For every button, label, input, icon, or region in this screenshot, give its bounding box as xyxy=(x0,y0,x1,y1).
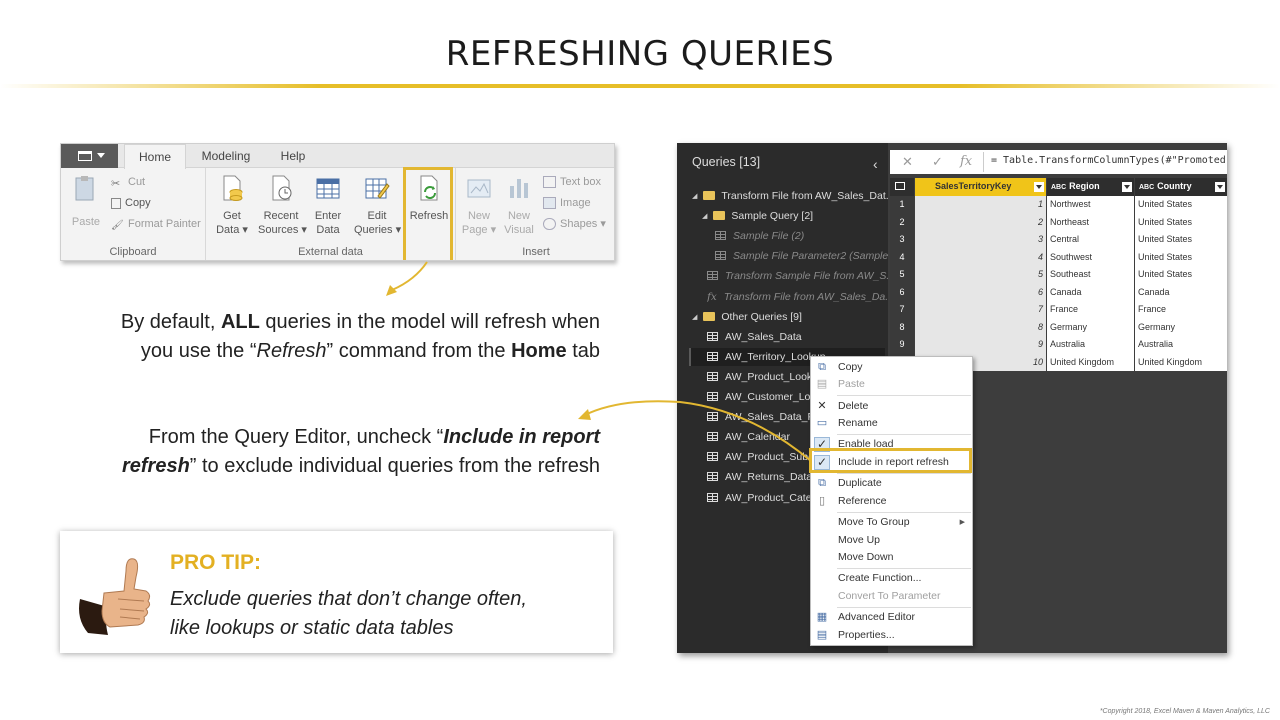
callout-arrows xyxy=(386,261,812,462)
copyright-text: *Copyright 2018, Excel Maven & Maven Ana… xyxy=(1099,708,1270,715)
